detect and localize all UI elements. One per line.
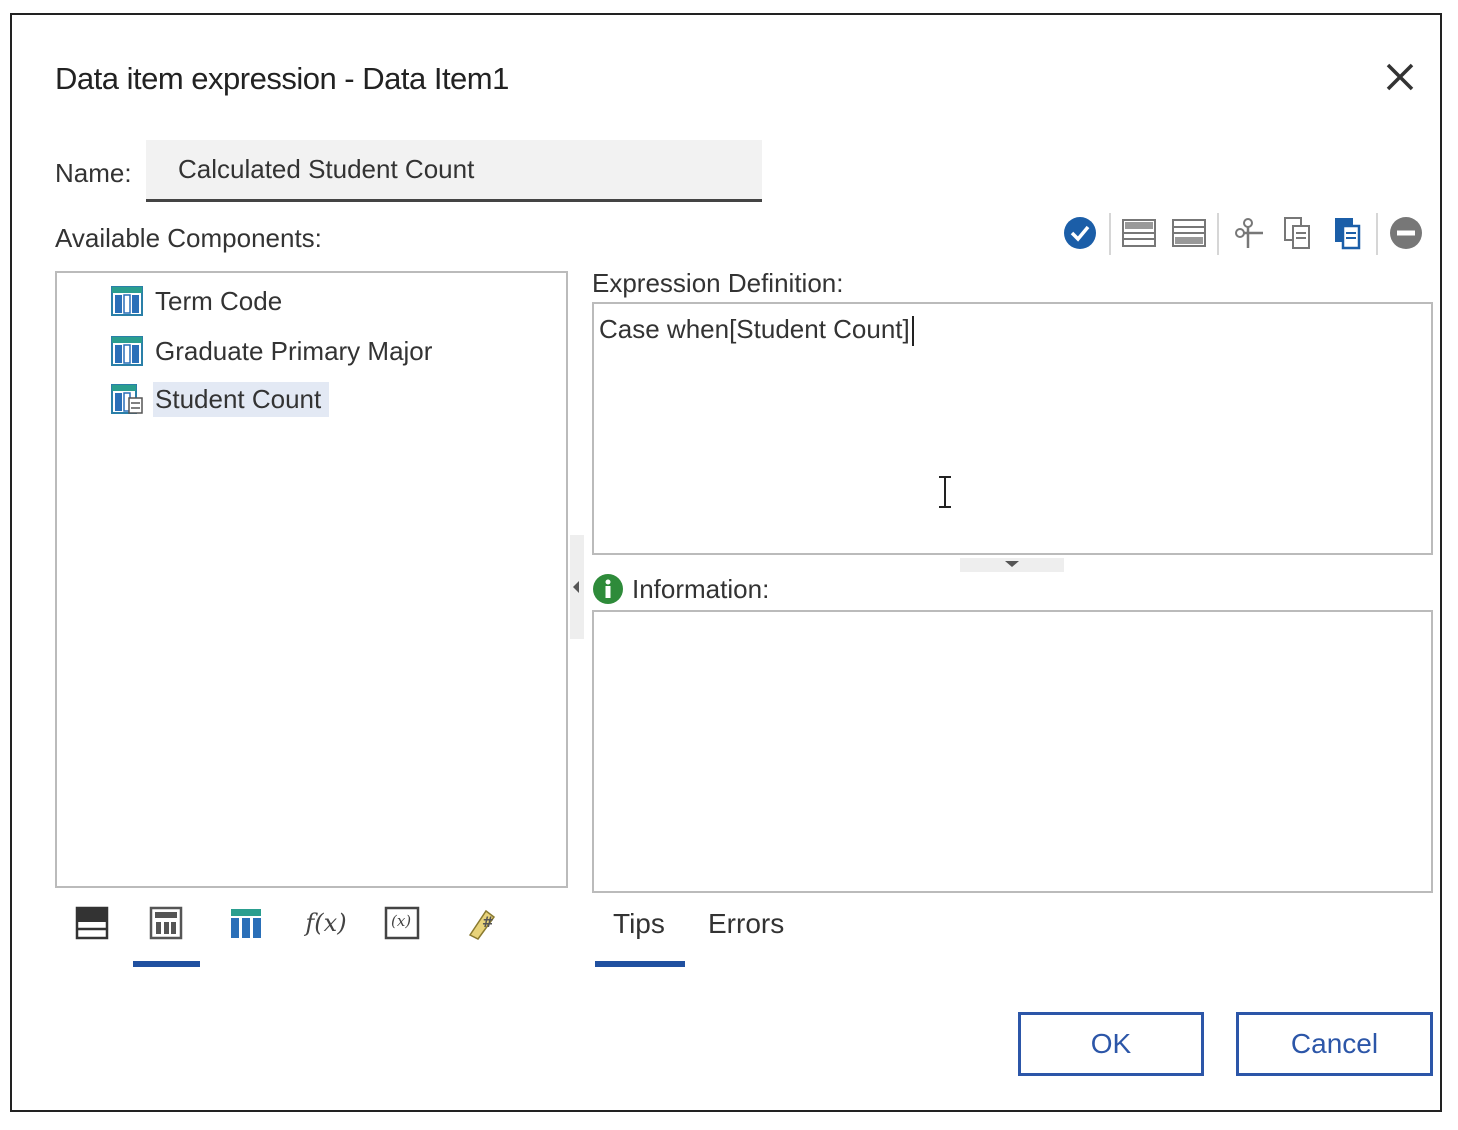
- tab-tips[interactable]: Tips: [613, 908, 665, 940]
- i-beam-cursor-icon: [939, 476, 951, 508]
- data-item-expression-dialog: Data item expression - Data Item1 Name: …: [10, 13, 1442, 1112]
- parameters-icon[interactable]: (x): [382, 903, 422, 943]
- tree-item-label: Term Code: [155, 285, 283, 316]
- tree-item-term-code[interactable]: Term Code: [111, 281, 290, 321]
- data-column-icon: [111, 286, 143, 316]
- close-icon[interactable]: [1382, 59, 1418, 95]
- insert-below-icon[interactable]: [1171, 215, 1207, 251]
- remove-icon[interactable]: [1388, 215, 1424, 251]
- source-icon[interactable]: [72, 903, 112, 943]
- active-tab-indicator: [133, 961, 200, 967]
- macros-icon[interactable]: #: [462, 903, 502, 943]
- available-components-label: Available Components:: [55, 223, 322, 253]
- expression-editor[interactable]: Case when[Student Count]: [592, 302, 1433, 555]
- information-label: Information:: [632, 573, 770, 604]
- data-items-icon[interactable]: [146, 903, 186, 943]
- insert-above-icon[interactable]: [1121, 215, 1157, 251]
- name-input[interactable]: [146, 140, 762, 202]
- cut-icon[interactable]: [1230, 215, 1266, 251]
- toolbar-separator: [1217, 213, 1219, 255]
- information-panel: [592, 610, 1433, 893]
- expression-definition-label: Expression Definition:: [592, 268, 844, 298]
- tree-item-label: Student Count: [153, 381, 330, 417]
- dialog-title: Data item expression - Data Item1: [55, 61, 509, 96]
- parameters-icon-label: (x): [391, 912, 412, 930]
- expression-text: Case when[Student Count]: [599, 314, 910, 344]
- tab-errors[interactable]: Errors: [708, 908, 784, 940]
- toolbar-separator: [1376, 213, 1378, 255]
- measure-column-icon: [111, 384, 143, 414]
- tree-item-label: Graduate Primary Major: [155, 335, 433, 366]
- info-icon: [592, 573, 624, 605]
- tree-item-student-count[interactable]: Student Count: [111, 379, 330, 419]
- panel-splitter-vertical[interactable]: [570, 535, 584, 639]
- text-caret: [911, 316, 914, 347]
- paste-icon[interactable]: [1330, 215, 1366, 251]
- panel-splitter-horizontal[interactable]: [960, 558, 1064, 572]
- validate-icon[interactable]: [1062, 215, 1098, 251]
- data-column-icon: [111, 336, 143, 366]
- svg-text:#: #: [482, 915, 494, 931]
- copy-icon[interactable]: [1280, 215, 1316, 251]
- information-header: Information:: [592, 573, 769, 605]
- functions-icon-label: f(x): [305, 909, 347, 937]
- name-label: Name:: [55, 158, 132, 188]
- tree-item-graduate-primary-major[interactable]: Graduate Primary Major: [111, 331, 440, 371]
- available-components-tree: Term Code Graduate Primary Major Student…: [55, 271, 568, 888]
- active-tab-indicator: [595, 961, 685, 967]
- ok-button[interactable]: OK: [1018, 1012, 1204, 1076]
- query-items-icon[interactable]: [226, 903, 266, 943]
- cancel-button[interactable]: Cancel: [1236, 1012, 1433, 1076]
- toolbar-separator: [1109, 213, 1111, 255]
- functions-icon[interactable]: f(x): [305, 903, 347, 943]
